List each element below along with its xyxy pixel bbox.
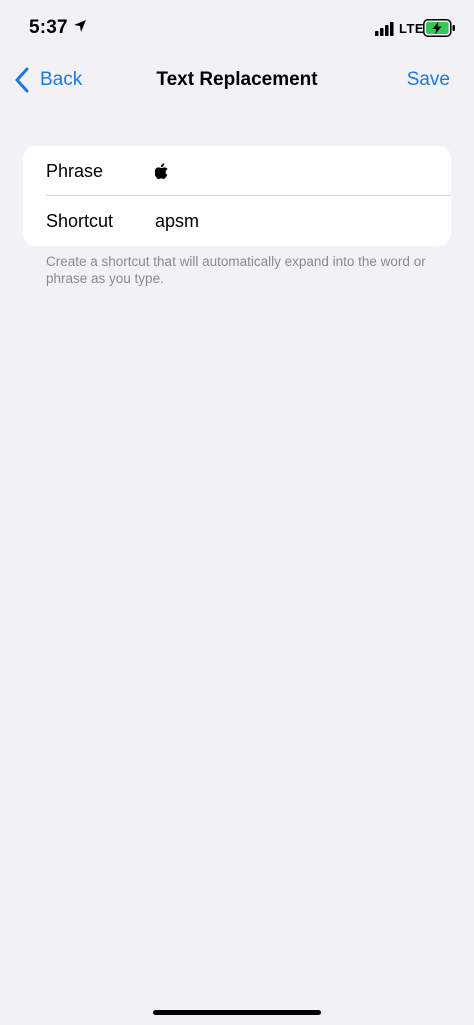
network-type: LTE <box>399 21 425 36</box>
status-time: 5:37 <box>29 17 68 38</box>
status-bar: 5:37 LTE <box>0 0 474 56</box>
phrase-field[interactable] <box>155 163 168 179</box>
chevron-left-icon <box>15 67 29 93</box>
cellular-signal-icon <box>375 22 394 36</box>
phrase-row[interactable]: Phrase <box>23 146 451 196</box>
phrase-label: Phrase <box>46 160 104 181</box>
navigation-bar: Back Text Replacement Save <box>0 56 474 106</box>
back-button[interactable]: Back <box>14 67 82 93</box>
shortcut-row[interactable]: Shortcut apsm <box>23 196 451 246</box>
location-arrow-icon <box>74 20 86 32</box>
home-indicator[interactable] <box>153 1010 321 1015</box>
battery-charging-icon <box>423 19 455 37</box>
text-replacement-form: Phrase Shortcut apsm <box>23 146 451 246</box>
apple-logo-icon <box>155 163 168 179</box>
shortcut-field[interactable]: apsm <box>155 211 199 232</box>
shortcut-label: Shortcut <box>46 210 114 231</box>
save-button[interactable]: Save <box>407 69 450 91</box>
footer-note: Create a shortcut that will automaticall… <box>46 254 426 286</box>
back-label: Back <box>40 69 83 90</box>
